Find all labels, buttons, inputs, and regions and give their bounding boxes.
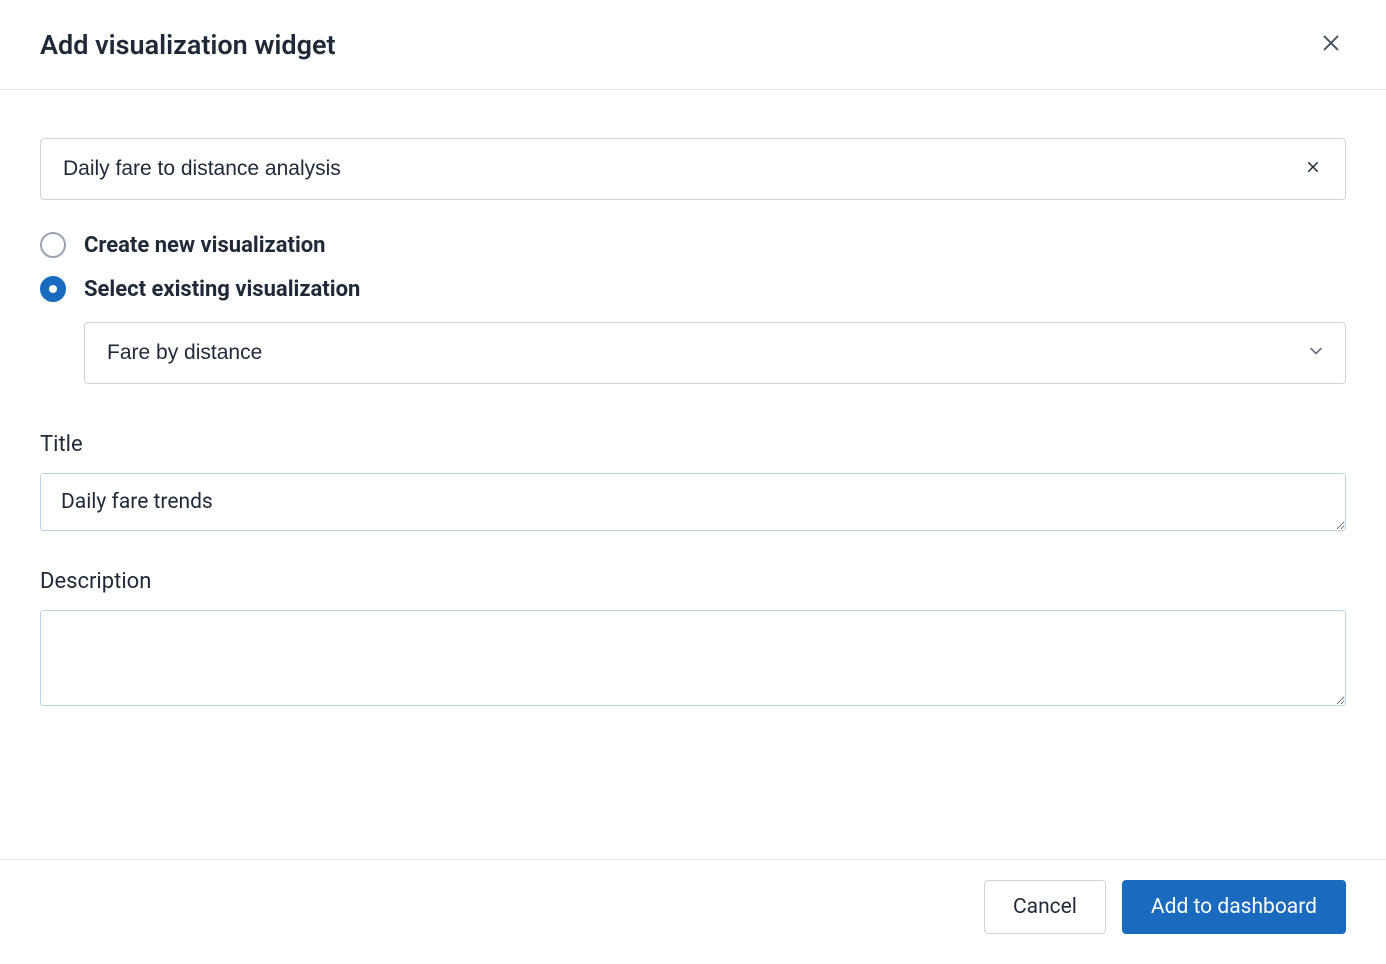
title-field-group: Title Daily fare trends: [40, 432, 1346, 535]
close-icon: [1320, 32, 1342, 57]
search-wrap: [40, 138, 1346, 200]
select-value: Fare by distance: [107, 341, 262, 364]
add-to-dashboard-button[interactable]: Add to dashboard: [1122, 880, 1346, 934]
title-input[interactable]: Daily fare trends: [40, 473, 1346, 531]
dialog-body: Create new visualization Select existing…: [0, 90, 1386, 859]
add-visualization-dialog: Add visualization widget: [0, 0, 1386, 964]
radio-label: Create new visualization: [84, 233, 326, 258]
radio-label: Select existing visualization: [84, 277, 360, 302]
radio-icon: [40, 232, 66, 258]
clear-icon: [1304, 155, 1322, 183]
dialog-title: Add visualization widget: [40, 29, 336, 61]
search-clear-button[interactable]: [1300, 151, 1326, 187]
visualization-select-wrap: Fare by distance: [84, 322, 1346, 384]
close-button[interactable]: [1316, 28, 1346, 61]
radio-select-existing[interactable]: Select existing visualization: [40, 276, 1346, 302]
search-input[interactable]: [40, 138, 1346, 200]
description-field-group: Description: [40, 569, 1346, 710]
description-input[interactable]: [40, 610, 1346, 706]
dialog-header: Add visualization widget: [0, 0, 1386, 90]
title-label: Title: [40, 432, 1346, 457]
dialog-footer: Cancel Add to dashboard: [0, 859, 1386, 964]
cancel-button[interactable]: Cancel: [984, 880, 1106, 934]
visualization-select[interactable]: Fare by distance: [84, 322, 1346, 384]
visualization-source-radio-group: Create new visualization Select existing…: [40, 232, 1346, 302]
description-label: Description: [40, 569, 1346, 594]
radio-icon: [40, 276, 66, 302]
radio-create-new[interactable]: Create new visualization: [40, 232, 1346, 258]
